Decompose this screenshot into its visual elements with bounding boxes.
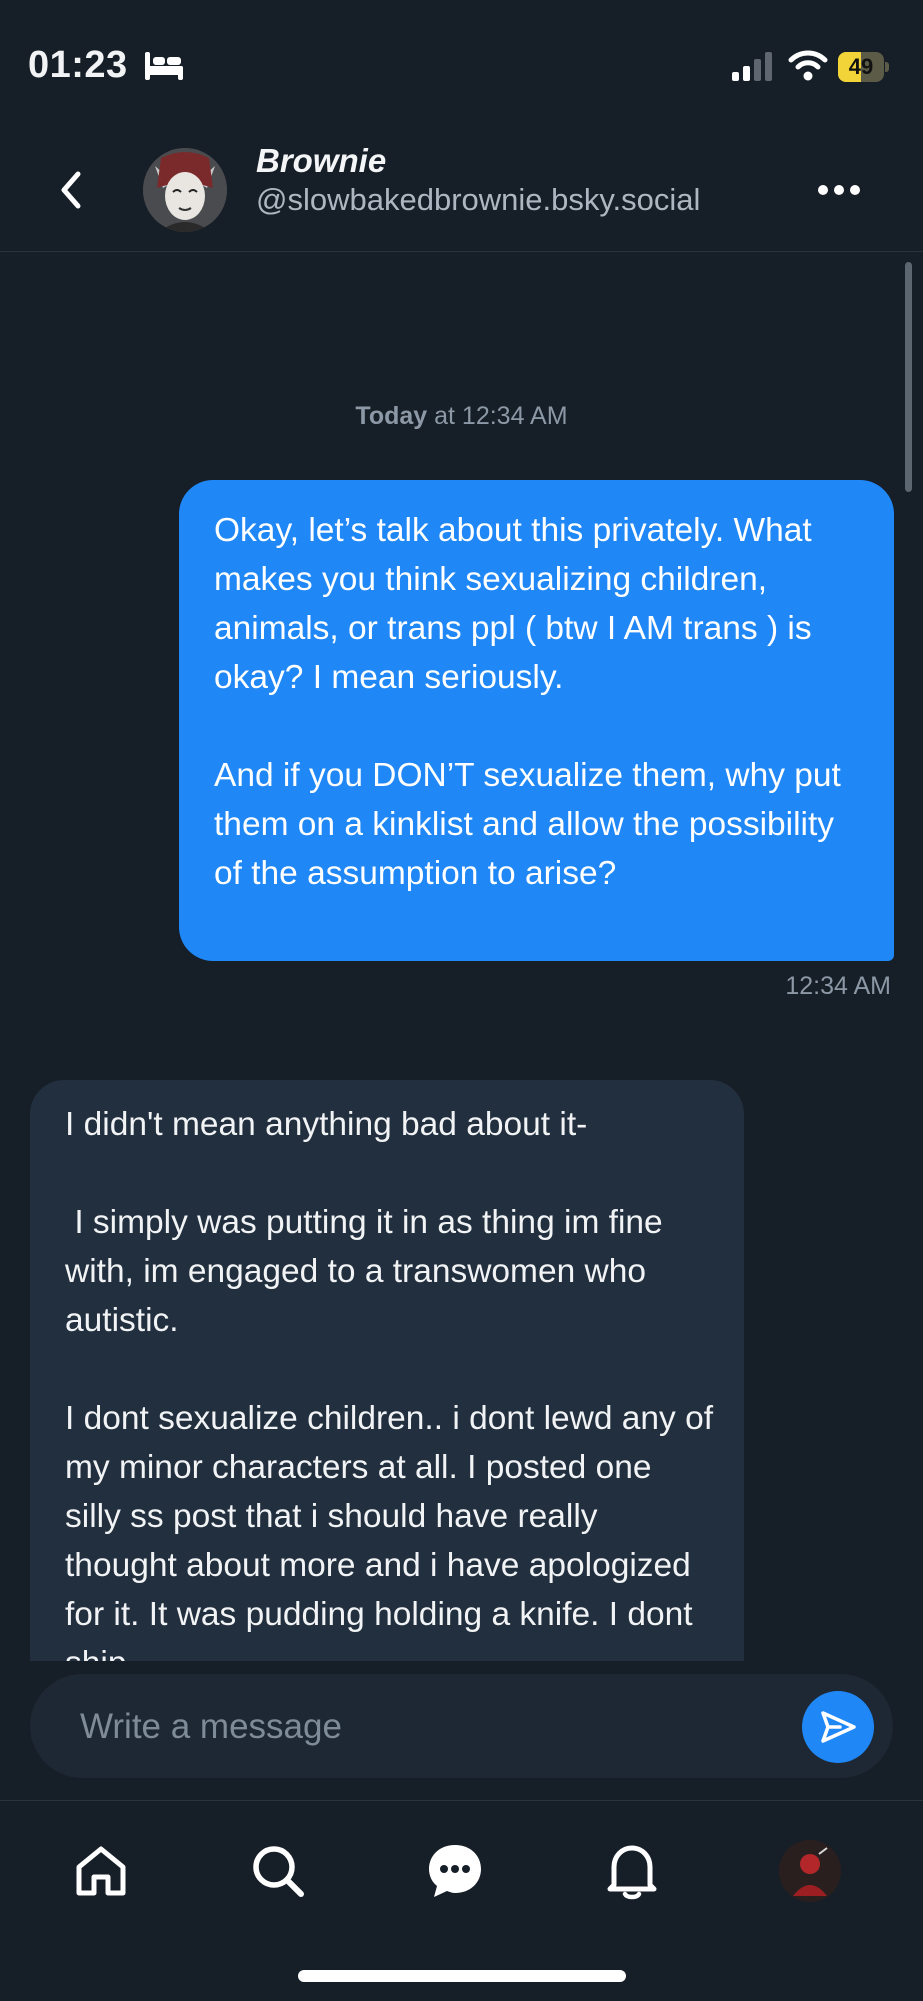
bell-icon (607, 1845, 657, 1900)
incoming-message-bubble[interactable]: I didn't mean anything bad about it- I s… (30, 1080, 744, 1661)
search-icon (253, 1846, 304, 1897)
nav-search[interactable] (243, 1836, 313, 1906)
profile-avatar (779, 1840, 841, 1902)
battery-indicator: 49 (838, 52, 889, 82)
date-separator: Today at 12:34 AM (0, 402, 923, 431)
message-paragraph: And if you DON’T sexualize them, why put… (214, 757, 851, 892)
date-separator-day: Today (355, 402, 428, 430)
chevron-left-icon (61, 171, 81, 209)
wifi-icon (788, 50, 828, 81)
ellipsis-icon (818, 185, 860, 195)
message-input[interactable] (78, 1700, 782, 1754)
status-time: 01:23 (28, 44, 128, 86)
contact-handle: @slowbakedbrownie.bsky.social (256, 182, 701, 217)
chat-icon (429, 1845, 481, 1897)
bed-icon (145, 52, 183, 80)
message-paragraph: Okay, let’s talk about this privately. W… (214, 512, 821, 696)
nav-messages[interactable] (420, 1836, 490, 1906)
message-composer (30, 1674, 893, 1778)
conversation-header: Brownie @slowbakedbrownie.bsky.social (0, 130, 923, 252)
send-button[interactable] (802, 1691, 874, 1763)
bottom-navigation (0, 1800, 923, 2001)
message-timestamp: 12:34 AM (785, 972, 891, 1000)
date-separator-time: at 12:34 AM (427, 402, 568, 430)
outgoing-message-bubble[interactable]: Okay, let’s talk about this privately. W… (179, 480, 894, 961)
contact-name: Brownie (256, 142, 387, 179)
message-paragraph: I simply was putting it in as thing im f… (65, 1204, 672, 1339)
contact-avatar[interactable] (143, 148, 227, 232)
scrollbar[interactable] (905, 262, 912, 492)
nav-profile[interactable] (775, 1836, 845, 1906)
message-paragraph: I dont sexualize children.. i dont lewd … (65, 1400, 714, 1661)
battery-level: 49 (848, 54, 874, 79)
cellular-signal-icon (732, 52, 772, 81)
home-icon (76, 1846, 126, 1896)
nav-home[interactable] (66, 1836, 136, 1906)
back-button[interactable] (44, 160, 98, 220)
status-bar: 01:23 49 (0, 0, 923, 130)
send-icon (821, 1711, 856, 1743)
home-indicator[interactable] (298, 1970, 626, 1982)
nav-notifications[interactable] (597, 1836, 667, 1906)
message-paragraph: I didn't mean anything bad about it- (65, 1106, 588, 1143)
incoming-message-viewport: I didn't mean anything bad about it- I s… (30, 1080, 744, 1661)
more-options-button[interactable] (812, 170, 866, 210)
avatar-image (143, 148, 227, 232)
